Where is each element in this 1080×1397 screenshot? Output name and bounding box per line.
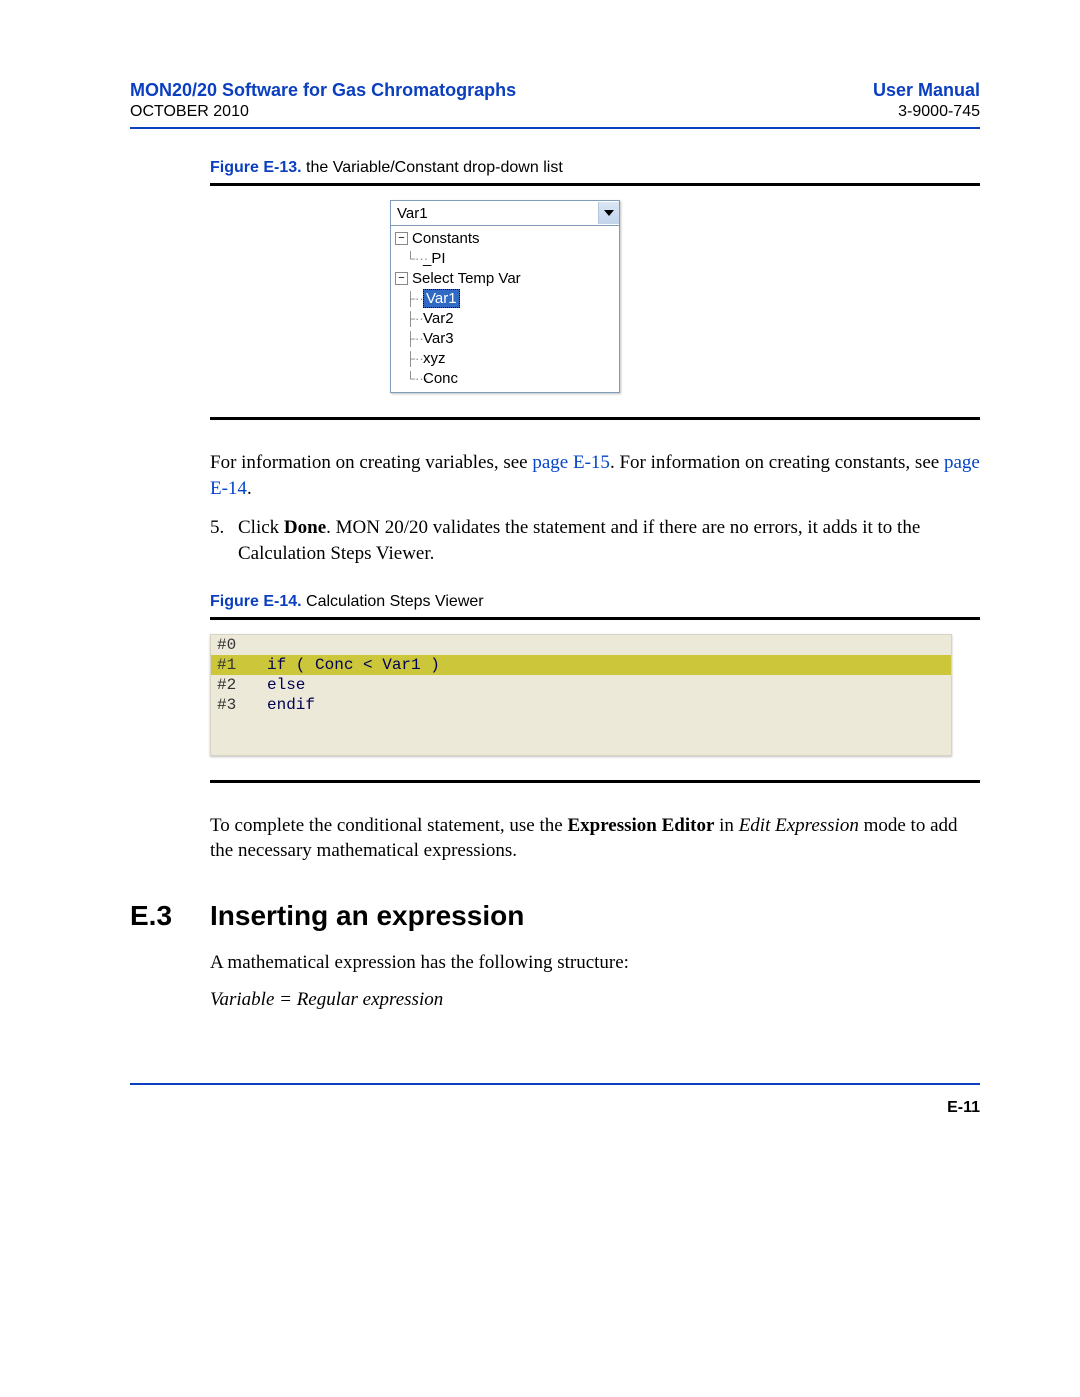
doc-date: OCTOBER 2010	[130, 103, 249, 121]
dropdown-selected-text: Var1	[391, 205, 598, 222]
collapse-icon[interactable]: −	[395, 232, 408, 245]
link-page-e15[interactable]: page E-15	[532, 452, 610, 473]
viewer-row-0[interactable]: #0	[211, 635, 951, 655]
footer-rule	[130, 1083, 980, 1085]
tree-item-var2[interactable]: ├···Var2	[391, 308, 619, 328]
viewer-row-2[interactable]: #2else	[211, 675, 951, 695]
page-number: E-11	[130, 1099, 980, 1117]
section-title: Inserting an expression	[210, 900, 524, 932]
figure-e13-label: Figure E-13.	[210, 159, 302, 176]
paragraph-expression-structure: A mathematical expression has the follow…	[210, 950, 980, 976]
tree-item-pi[interactable]: └···_PI	[391, 248, 619, 268]
step-5-number: 5.	[210, 515, 238, 566]
viewer-row-3[interactable]: #3endif	[211, 695, 951, 715]
header-rule	[130, 127, 980, 129]
section-number: E.3	[130, 900, 210, 932]
calculation-steps-viewer: #0 #1if ( Conc < Var1 ) #2else #3endif	[210, 634, 952, 756]
figure-rule-bottom-1	[210, 417, 980, 420]
tree-item-xyz[interactable]: ├···xyz	[391, 348, 619, 368]
paragraph-expression-editor: To complete the conditional statement, u…	[210, 813, 980, 864]
variable-constant-dropdown[interactable]: Var1 −Constants └···_PI −Select Temp Var…	[390, 200, 620, 393]
section-heading-e3: E.3 Inserting an expression	[130, 900, 980, 932]
chevron-down-icon	[604, 210, 614, 216]
step-5: 5. Click Done. MON 20/20 validates the s…	[210, 515, 980, 566]
dropdown-list: −Constants └···_PI −Select Temp Var ├···…	[390, 226, 620, 393]
tree-group-constants[interactable]: −Constants	[391, 228, 619, 248]
paragraph-expression-formula: Variable = Regular expression	[210, 987, 980, 1013]
dropdown-field[interactable]: Var1	[390, 200, 620, 226]
doc-title-right: User Manual	[873, 80, 980, 101]
figure-rule-bottom-2	[210, 780, 980, 783]
figure-rule-top-1	[210, 183, 980, 186]
collapse-icon[interactable]: −	[395, 272, 408, 285]
figure-e13-caption: Figure E-13. the Variable/Constant drop-…	[210, 159, 980, 177]
doc-number: 3-9000-745	[898, 103, 980, 121]
dropdown-button[interactable]	[598, 202, 619, 224]
viewer-row-1[interactable]: #1if ( Conc < Var1 )	[211, 655, 951, 675]
done-keyword: Done	[284, 517, 326, 538]
tree-item-var1[interactable]: ├···Var1	[391, 288, 619, 308]
tree-item-var3[interactable]: ├···Var3	[391, 328, 619, 348]
tree-group-select-temp-var[interactable]: −Select Temp Var	[391, 268, 619, 288]
expression-editor-keyword: Expression Editor	[567, 815, 714, 836]
paragraph-variables-info: For information on creating variables, s…	[210, 450, 980, 501]
figure-rule-top-2	[210, 617, 980, 620]
figure-e14-caption: Figure E-14. Calculation Steps Viewer	[210, 593, 980, 611]
edit-expression-keyword: Edit Expression	[739, 815, 859, 836]
figure-e14-label: Figure E-14.	[210, 593, 302, 610]
doc-title-left: MON20/20 Software for Gas Chromatographs	[130, 80, 516, 101]
tree-item-conc[interactable]: └···Conc	[391, 368, 619, 388]
